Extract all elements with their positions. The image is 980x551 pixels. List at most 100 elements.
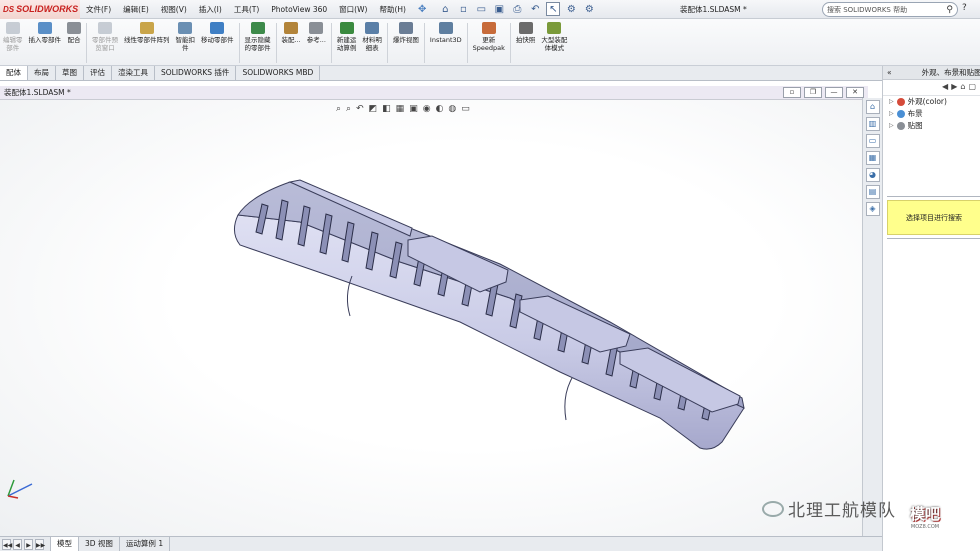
command-tab[interactable]: 草图 xyxy=(56,66,84,80)
apply-scene-icon[interactable]: ◍ xyxy=(448,104,456,114)
ribbon-button[interactable]: 插入零部件 xyxy=(26,19,65,66)
design-library-icon[interactable]: ▥ xyxy=(865,117,880,131)
home-icon[interactable]: ⌂ xyxy=(438,2,452,16)
ribbon-button[interactable]: 更新 Speedpak xyxy=(470,19,508,66)
ribbon-button[interactable]: 配合 xyxy=(64,19,84,66)
dynamic-annotation-icon[interactable]: ◧ xyxy=(382,104,391,114)
ribbon-button[interactable]: 线性零部件阵列 xyxy=(121,19,173,66)
search-icon[interactable]: ⚲ xyxy=(946,5,953,15)
watermark: 北理工航模队 xyxy=(762,496,896,521)
document-window-title: 装配体1.SLDASM * ▫ ❐ — ✕ xyxy=(0,86,868,100)
print-icon[interactable]: ⎙ xyxy=(510,2,524,16)
wing-assembly-model[interactable] xyxy=(0,100,862,536)
ribbon-button[interactable]: 零部件预 览窗口 xyxy=(89,19,121,66)
ribbon-button-label: Instant3D xyxy=(429,36,462,44)
appearances-scenes-icon[interactable]: ◕ xyxy=(865,168,880,182)
command-tab[interactable]: 评估 xyxy=(84,66,112,80)
ribbon-button[interactable]: 材料明 细表 xyxy=(359,19,385,66)
last-tab-icon[interactable]: ▶▶ xyxy=(35,538,45,550)
restore-icon[interactable]: ❐ xyxy=(804,87,822,98)
command-tab[interactable]: 配体 xyxy=(0,66,28,80)
ribbon-button-label: 拍快照 xyxy=(515,36,536,44)
menu-item[interactable]: 文件(F) xyxy=(80,0,117,19)
solidworks-logo[interactable]: DS SOLIDWORKS xyxy=(0,0,80,19)
open-icon[interactable]: ▭ xyxy=(474,2,488,16)
ribbon-button-icon xyxy=(210,22,225,34)
ribbon-button[interactable]: 装配... xyxy=(279,19,304,66)
ribbon-button[interactable]: 显示隐藏 的零部件 xyxy=(242,19,274,66)
zoom-area-icon[interactable]: ⌕ xyxy=(346,104,351,114)
task-pane-title: 外观、布景和贴图 xyxy=(921,68,980,77)
ribbon-button[interactable]: 拍快照 xyxy=(513,19,539,66)
menu-item[interactable]: PhotoView 360 xyxy=(265,0,333,19)
expand-arrow-icon[interactable]: ▷ xyxy=(889,108,894,120)
minimize-icon[interactable]: — xyxy=(825,87,843,98)
first-tab-icon[interactable]: ◀◀ xyxy=(2,538,12,550)
ribbon-button[interactable]: 新建运 动算例 xyxy=(334,19,360,66)
view-palette-icon[interactable]: ▦ xyxy=(865,151,880,165)
display-style-icon[interactable]: ▣ xyxy=(409,104,418,114)
ribbon-button[interactable]: Instant3D xyxy=(427,19,465,66)
ribbon-button-label: 零部件预 览窗口 xyxy=(92,36,118,52)
pin-icon[interactable]: ✥ xyxy=(412,4,432,15)
bottom-tab[interactable]: 运动算例 1 xyxy=(120,537,171,551)
command-tab[interactable]: SOLIDWORKS MBD xyxy=(236,66,321,80)
undo-icon[interactable]: ↶ xyxy=(528,2,542,16)
search-input[interactable]: 搜索 SOLIDWORKS 帮助 ⚲ xyxy=(822,2,958,17)
ribbon-button[interactable]: 爆炸视图 xyxy=(390,19,422,66)
solidworks-forum-icon[interactable]: ◈ xyxy=(865,202,880,216)
menu-item[interactable]: 插入(I) xyxy=(193,0,228,19)
edit-appearance-icon[interactable]: ◐ xyxy=(436,104,444,114)
bottom-tab[interactable]: 模型 xyxy=(50,537,79,551)
forward-icon[interactable]: ▶ xyxy=(951,82,957,93)
collapse-pane-icon[interactable]: « xyxy=(887,66,892,79)
previous-view-icon[interactable]: ↶ xyxy=(356,104,364,114)
options-icon[interactable]: ⚙ xyxy=(582,2,596,16)
next-tab-icon[interactable]: ▶ xyxy=(24,538,33,550)
command-tab[interactable]: 渲染工具 xyxy=(112,66,155,80)
model-view-tabs: ◀◀ ◀ ▶ ▶▶ 模型 3D 视图 运动算例 1 xyxy=(0,536,882,551)
hide-show-items-icon[interactable]: ◉ xyxy=(423,104,431,114)
save-icon[interactable]: ▣ xyxy=(492,2,506,16)
menu-bar: DS SOLIDWORKS 文件(F) 编辑(E) 视图(V) 插入(I) 工具(T) P… xyxy=(0,0,980,19)
graphics-viewport[interactable] xyxy=(0,100,862,536)
custom-properties-icon[interactable]: ▤ xyxy=(865,185,880,199)
menu-item[interactable]: 视图(V) xyxy=(155,0,193,19)
prev-tab-icon[interactable]: ◀ xyxy=(13,538,22,550)
ribbon-button[interactable]: 编辑零 部件 xyxy=(0,19,26,66)
tree-item[interactable]: ▷ 布景 xyxy=(883,108,980,120)
home-icon[interactable]: ⌂ xyxy=(960,82,965,93)
ribbon-button[interactable]: 参考... xyxy=(304,19,329,66)
menu-item[interactable]: 帮助(H) xyxy=(373,0,412,19)
solidworks-resources-icon[interactable]: ⌂ xyxy=(865,100,880,114)
section-view-icon[interactable]: ◩ xyxy=(369,104,378,114)
expand-arrow-icon[interactable]: ▷ xyxy=(889,120,894,132)
view-settings-icon[interactable]: ▭ xyxy=(461,104,470,114)
zoom-to-fit-icon[interactable]: ⌕ xyxy=(336,104,341,114)
expand-arrow-icon[interactable]: ▷ xyxy=(889,96,894,108)
command-tab[interactable]: SOLIDWORKS 插件 xyxy=(155,66,237,80)
tile-icon[interactable]: ▫ xyxy=(783,87,801,98)
menu-item[interactable]: 工具(T) xyxy=(228,0,265,19)
back-icon[interactable]: ◀ xyxy=(942,82,948,93)
new-document-icon[interactable]: ▫ xyxy=(456,2,470,16)
ribbon-button[interactable]: 移动零部件 xyxy=(198,19,237,66)
close-icon[interactable]: ✕ xyxy=(846,87,864,98)
ribbon-button[interactable]: 大型装配 体模式 xyxy=(538,19,570,66)
tree-item[interactable]: ▷ 外观(color) xyxy=(883,96,980,108)
command-tab[interactable]: 布局 xyxy=(28,66,56,80)
help-icon[interactable]: ? xyxy=(962,3,967,13)
add-folder-icon[interactable]: ▢ xyxy=(968,82,976,93)
menu-item[interactable]: 编辑(E) xyxy=(117,0,155,19)
bottom-tab[interactable]: 3D 视图 xyxy=(79,537,120,551)
menu-item[interactable]: 窗口(W) xyxy=(333,0,373,19)
task-pane-toolbar: ◀ ▶ ⌂ ▢ xyxy=(883,80,980,96)
ribbon-button[interactable]: 智能扣 件 xyxy=(173,19,199,66)
file-explorer-icon[interactable]: ▭ xyxy=(865,134,880,148)
view-orientation-icon[interactable]: ▦ xyxy=(396,104,405,114)
select-icon[interactable]: ↖ xyxy=(546,2,561,16)
rebuild-icon[interactable]: ⚙ xyxy=(564,2,578,16)
ribbon-button-icon xyxy=(481,22,496,34)
ribbon-button-icon xyxy=(284,22,299,34)
tree-item[interactable]: ▷ 贴图 xyxy=(883,120,980,132)
